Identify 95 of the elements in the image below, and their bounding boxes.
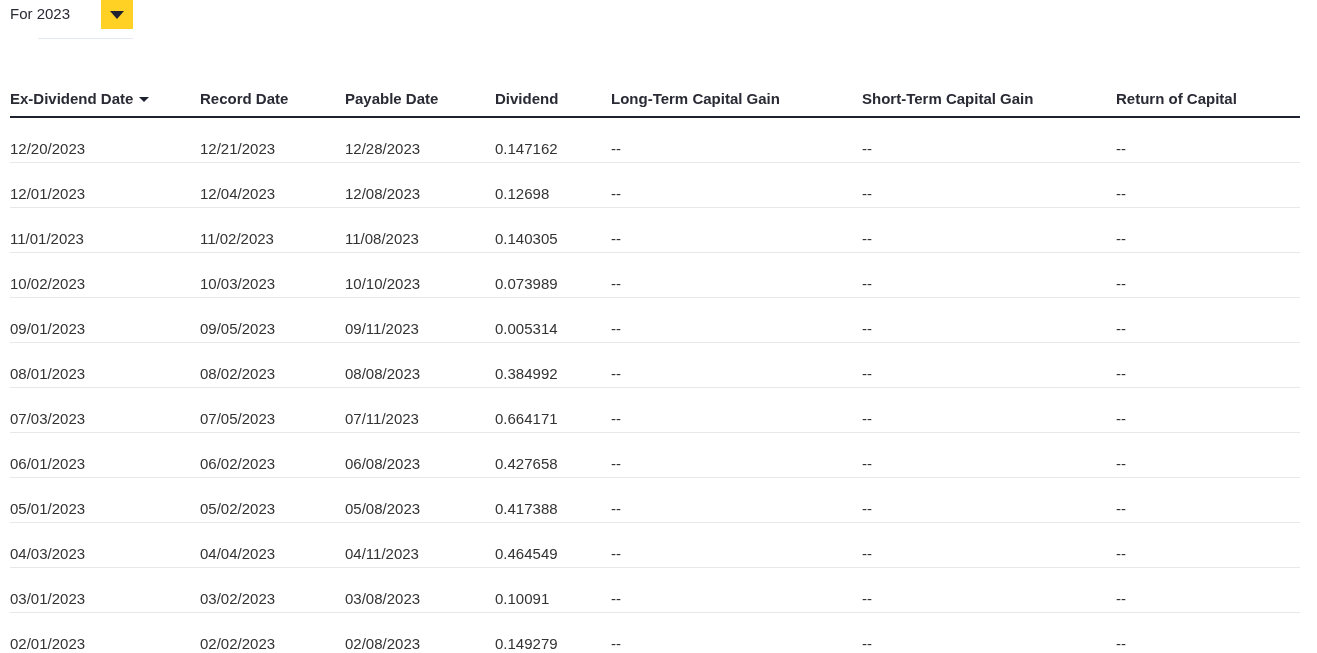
table-cell: 08/08/2023 — [345, 364, 421, 384]
table-cell: 02/01/2023 — [10, 634, 86, 653]
table-cell: 07/03/2023 — [10, 409, 86, 429]
table-cell: 03/08/2023 — [345, 589, 421, 609]
table-cell: -- — [862, 364, 872, 384]
table-cell: 02/08/2023 — [345, 634, 421, 653]
table-cell: 12/20/2023 — [10, 139, 86, 159]
table-cell: 04/03/2023 — [10, 544, 86, 564]
table-cell: 11/01/2023 — [10, 229, 84, 249]
table-cell: -- — [1116, 409, 1126, 429]
table-cell: -- — [862, 274, 872, 294]
table-cell: -- — [862, 544, 872, 564]
table-cell: 0.005314 — [495, 319, 558, 339]
table-cell: 0.140305 — [495, 229, 558, 249]
table-cell: 06/08/2023 — [345, 454, 421, 474]
table-cell: 08/01/2023 — [10, 364, 86, 384]
table-cell: 10/03/2023 — [200, 274, 276, 294]
table-cell: 05/02/2023 — [200, 499, 276, 519]
column-header[interactable]: Return of Capital — [1116, 89, 1237, 109]
table-cell: -- — [1116, 229, 1126, 249]
table-cell: 12/21/2023 — [200, 139, 276, 159]
table-cell: -- — [862, 184, 872, 204]
table-cell: 0.12698 — [495, 184, 550, 204]
table-cell: 03/02/2023 — [200, 589, 276, 609]
table-cell: -- — [611, 229, 621, 249]
table-cell: 12/28/2023 — [345, 139, 421, 159]
dropdown-button[interactable] — [101, 0, 133, 29]
caret-icon — [110, 10, 124, 19]
table-cell: 02/02/2023 — [200, 634, 276, 653]
table-cell: -- — [862, 139, 872, 159]
table-cell: -- — [862, 634, 872, 653]
table-cell: -- — [862, 589, 872, 609]
table-cell: 09/11/2023 — [345, 319, 419, 339]
table-cell: -- — [1116, 634, 1126, 653]
table-cell: 12/01/2023 — [10, 184, 86, 204]
column-header[interactable]: Long-Term Capital Gain — [611, 89, 780, 109]
table-cell: 0.664171 — [495, 409, 558, 429]
table-cell: 0.384992 — [495, 364, 558, 384]
table-cell: 05/08/2023 — [345, 499, 421, 519]
table-cell: 04/04/2023 — [200, 544, 276, 564]
column-header[interactable]: Payable Date — [345, 89, 439, 109]
column-header[interactable]: Short-Term Capital Gain — [862, 89, 1034, 109]
table-cell: 06/02/2023 — [200, 454, 276, 474]
table-cell: 0.464549 — [495, 544, 558, 564]
table-cell: -- — [611, 184, 621, 204]
table-cell: 10/02/2023 — [10, 274, 86, 294]
table-cell: -- — [1116, 364, 1126, 384]
table-cell: -- — [862, 454, 872, 474]
table-cell: 09/05/2023 — [200, 319, 276, 339]
table-cell: 0.10091 — [495, 589, 550, 609]
table-cell: -- — [611, 319, 621, 339]
table-cell: -- — [1116, 184, 1126, 204]
table-cell: 0.073989 — [495, 274, 558, 294]
table-cell: 07/05/2023 — [200, 409, 276, 429]
table-cell: -- — [1116, 274, 1126, 294]
table-cell: 0.147162 — [495, 139, 558, 159]
table-cell: -- — [611, 454, 621, 474]
table-cell: 10/10/2023 — [345, 274, 421, 294]
table-cell: 04/11/2023 — [345, 544, 419, 564]
table-cell: 05/01/2023 — [10, 499, 86, 519]
table-cell: -- — [862, 409, 872, 429]
table-cell: 03/01/2023 — [10, 589, 86, 609]
table-cell: -- — [611, 364, 621, 384]
table-cell: 06/01/2023 — [10, 454, 86, 474]
column-header[interactable]: Dividend — [495, 89, 559, 109]
table-cell: 11/02/2023 — [200, 229, 274, 249]
table-cell: -- — [611, 409, 621, 429]
table-cell: -- — [862, 319, 872, 339]
table-cell: -- — [1116, 499, 1126, 519]
table-cell: 12/04/2023 — [200, 184, 276, 204]
table-cell: -- — [611, 499, 621, 519]
table-cell: 08/02/2023 — [200, 364, 276, 384]
table-cell: 0.427658 — [495, 454, 558, 474]
table-cell: -- — [1116, 319, 1126, 339]
table-cell: 07/11/2023 — [345, 409, 419, 429]
table-cell: -- — [611, 139, 621, 159]
table-cell: 12/08/2023 — [345, 184, 421, 204]
table-cell: 09/01/2023 — [10, 319, 86, 339]
table-cell: -- — [862, 229, 872, 249]
table-cell: -- — [611, 634, 621, 653]
column-header[interactable]: Record Date — [200, 89, 289, 109]
table-cell: -- — [1116, 589, 1126, 609]
column-header[interactable]: Ex-Dividend Date — [10, 89, 134, 109]
table-cell: -- — [862, 499, 872, 519]
table-cell: -- — [1116, 544, 1126, 564]
table-cell: -- — [611, 589, 621, 609]
table-cell: -- — [1116, 454, 1126, 474]
table-cell: 11/08/2023 — [345, 229, 419, 249]
table-cell: -- — [611, 274, 621, 294]
year-label: For 2023 — [10, 4, 72, 24]
table-cell: 0.417388 — [495, 499, 558, 519]
sort-descending-icon[interactable] — [139, 96, 150, 102]
table-cell: -- — [1116, 139, 1126, 159]
table-cell: -- — [611, 544, 621, 564]
table-cell: 0.149279 — [495, 634, 558, 653]
